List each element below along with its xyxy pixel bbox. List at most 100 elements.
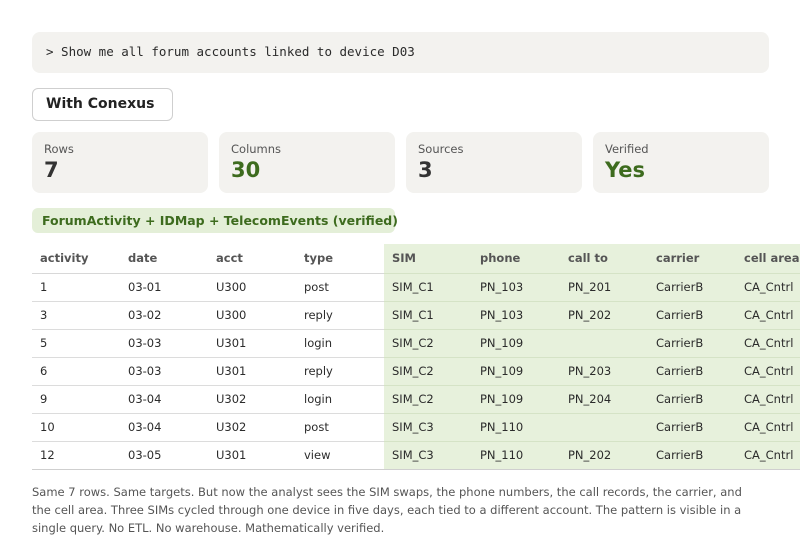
table-row: 1 03-01 U300 post SIM_C1 PN_103 PN_201 C… <box>32 273 800 302</box>
cell-activity: 9 <box>32 385 120 414</box>
cell-activity: 5 <box>32 329 120 358</box>
cell-carrier: CarrierB <box>648 441 736 470</box>
column-header-sim: SIM <box>384 244 472 274</box>
table-row: 12 03-05 U301 view SIM_C3 PN_110 PN_202 … <box>32 441 800 470</box>
cell-call-to: PN_201 <box>560 273 648 302</box>
table-row: 3 03-02 U300 reply SIM_C1 PN_103 PN_202 … <box>32 301 800 330</box>
cell-carrier: CarrierB <box>648 301 736 330</box>
table-row: 5 03-03 U301 login SIM_C2 PN_109 Carrier… <box>32 329 800 358</box>
source-badge-label: ForumActivity + IDMap + TelecomEvents (v… <box>42 213 398 228</box>
cell-type: view <box>296 441 384 470</box>
stat-card-columns: Columns 30 <box>219 132 395 193</box>
cell-phone: PN_109 <box>472 329 560 358</box>
cell-type: login <box>296 385 384 414</box>
stat-value: 30 <box>231 158 261 182</box>
cell-cell-area: CA_Cntrl <box>736 357 800 386</box>
query-prompt[interactable]: > Show me all forum accounts linked to d… <box>32 32 769 73</box>
cell-phone: PN_110 <box>472 413 560 442</box>
cell-cell-area: CA_Cntrl <box>736 273 800 302</box>
cell-sim: SIM_C3 <box>384 441 472 470</box>
cell-date: 03-05 <box>120 441 208 470</box>
cell-phone: PN_103 <box>472 301 560 330</box>
column-header-phone: phone <box>472 244 560 274</box>
cell-activity: 6 <box>32 357 120 386</box>
cell-carrier: CarrierB <box>648 329 736 358</box>
cell-phone: PN_103 <box>472 273 560 302</box>
cell-cell-area: CA_Cntrl <box>736 385 800 414</box>
cell-cell-area: CA_Cntrl <box>736 441 800 470</box>
cell-date: 03-01 <box>120 273 208 302</box>
stat-label: Rows <box>44 142 74 156</box>
table-header-row: activity date acct type SIM phone call t… <box>32 244 800 274</box>
cell-carrier: CarrierB <box>648 273 736 302</box>
source-badge: ForumActivity + IDMap + TelecomEvents (v… <box>32 208 398 233</box>
stat-value: 7 <box>44 158 59 182</box>
cell-sim: SIM_C1 <box>384 301 472 330</box>
stat-label: Sources <box>418 142 464 156</box>
cell-activity: 12 <box>32 441 120 470</box>
cell-activity: 1 <box>32 273 120 302</box>
cell-acct: U301 <box>208 357 296 386</box>
cell-acct: U301 <box>208 441 296 470</box>
cell-sim: SIM_C2 <box>384 329 472 358</box>
stat-card-rows: Rows 7 <box>32 132 208 193</box>
column-header-call-to: call to <box>560 244 648 274</box>
cell-call-to <box>560 413 648 442</box>
cell-acct: U300 <box>208 273 296 302</box>
cell-date: 03-03 <box>120 329 208 358</box>
cell-phone: PN_109 <box>472 385 560 414</box>
stat-value: 3 <box>418 158 433 182</box>
explanation-caption: Same 7 rows. Same targets. But now the a… <box>32 483 762 537</box>
cell-acct: U302 <box>208 413 296 442</box>
cell-date: 03-04 <box>120 385 208 414</box>
query-text: > Show me all forum accounts linked to d… <box>46 44 415 59</box>
cell-cell-area: CA_Cntrl <box>736 413 800 442</box>
with-conexus-label: With Conexus <box>46 96 155 112</box>
cell-date: 03-04 <box>120 413 208 442</box>
table-row: 6 03-03 U301 reply SIM_C2 PN_109 PN_203 … <box>32 357 800 386</box>
cell-date: 03-03 <box>120 357 208 386</box>
cell-type: reply <box>296 357 384 386</box>
cell-carrier: CarrierB <box>648 385 736 414</box>
cell-type: login <box>296 329 384 358</box>
cell-phone: PN_110 <box>472 441 560 470</box>
stat-label: Verified <box>605 142 649 156</box>
cell-type: post <box>296 413 384 442</box>
cell-call-to: PN_202 <box>560 441 648 470</box>
cell-date: 03-02 <box>120 301 208 330</box>
column-header-type: type <box>296 244 384 274</box>
stat-value: Yes <box>605 158 646 182</box>
cell-sim: SIM_C3 <box>384 413 472 442</box>
cell-call-to: PN_202 <box>560 301 648 330</box>
with-conexus-button[interactable]: With Conexus <box>32 88 173 121</box>
caption-text: Same 7 rows. Same targets. But now the a… <box>32 485 742 535</box>
cell-phone: PN_109 <box>472 357 560 386</box>
cell-sim: SIM_C2 <box>384 385 472 414</box>
stat-card-verified: Verified Yes <box>593 132 769 193</box>
cell-carrier: CarrierB <box>648 357 736 386</box>
results-table: activity date acct type SIM phone call t… <box>32 244 800 470</box>
column-header-acct: acct <box>208 244 296 274</box>
stat-card-sources: Sources 3 <box>406 132 582 193</box>
cell-sim: SIM_C1 <box>384 273 472 302</box>
table-row: 9 03-04 U302 login SIM_C2 PN_109 PN_204 … <box>32 385 800 414</box>
cell-call-to: PN_204 <box>560 385 648 414</box>
column-header-cell-area: cell area <box>736 244 800 274</box>
cell-acct: U300 <box>208 301 296 330</box>
cell-cell-area: CA_Cntrl <box>736 301 800 330</box>
column-header-activity: activity <box>32 244 120 274</box>
cell-sim: SIM_C2 <box>384 357 472 386</box>
cell-carrier: CarrierB <box>648 413 736 442</box>
column-header-carrier: carrier <box>648 244 736 274</box>
cell-activity: 3 <box>32 301 120 330</box>
cell-type: post <box>296 273 384 302</box>
cell-cell-area: CA_Cntrl <box>736 329 800 358</box>
table-row: 10 03-04 U302 post SIM_C3 PN_110 Carrier… <box>32 413 800 442</box>
column-header-date: date <box>120 244 208 274</box>
stat-label: Columns <box>231 142 282 156</box>
cell-call-to: PN_203 <box>560 357 648 386</box>
cell-activity: 10 <box>32 413 120 442</box>
cell-call-to <box>560 329 648 358</box>
cell-type: reply <box>296 301 384 330</box>
cell-acct: U302 <box>208 385 296 414</box>
